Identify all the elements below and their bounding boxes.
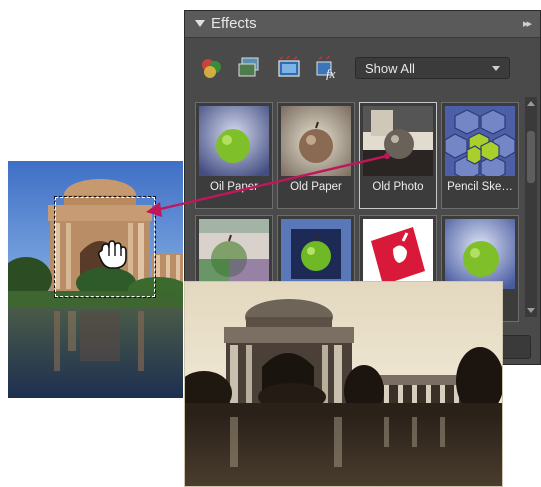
effect-preview-old-photo: [363, 106, 433, 176]
panel-header: Effects ▸▸: [185, 11, 540, 38]
effect-preview-red-stamp: [363, 219, 433, 289]
scroll-down-icon[interactable]: [527, 308, 535, 313]
effect-preview-soft: [445, 219, 515, 289]
effects-filter-select[interactable]: Show All: [355, 57, 510, 79]
effect-thumbnail-old-photo[interactable]: Old Photo: [359, 102, 437, 209]
hand-grab-icon: [97, 240, 127, 269]
effect-preview-tinted: [199, 219, 269, 289]
effect-thumbnail-old-paper[interactable]: Old Paper: [277, 102, 355, 209]
triangle-down-icon[interactable]: [195, 20, 205, 27]
effect-preview-oil-paper: [199, 106, 269, 176]
scroll-thumb[interactable]: [527, 131, 535, 183]
effect-thumbnail-pencil-sketch[interactable]: Pencil Ske…: [441, 102, 519, 209]
effect-preview-old-paper: [281, 106, 351, 176]
svg-text:fx: fx: [326, 66, 336, 80]
effect-preview-pencil-sketch: [445, 106, 515, 176]
layer-styles-icon[interactable]: [199, 56, 223, 80]
thumbnail-scrollbar[interactable]: [525, 97, 537, 317]
effect-label: Old Paper: [290, 181, 342, 193]
effects-filter-value: Show All: [365, 61, 415, 76]
effect-label: Old Photo: [372, 181, 424, 193]
photo-effects-icon[interactable]: [237, 56, 261, 80]
effect-label: Oil Paper: [210, 181, 258, 193]
scroll-up-icon[interactable]: [527, 101, 535, 106]
filters-icon[interactable]: [277, 56, 301, 80]
fx-all-icon[interactable]: fx: [315, 56, 339, 80]
chevron-down-icon: [492, 66, 500, 71]
effect-preview-frame: [281, 219, 351, 289]
result-photo-old-photo: [184, 281, 503, 487]
panel-title: Effects: [211, 15, 257, 32]
effect-label: Pencil Ske…: [447, 181, 513, 193]
effects-toolbar: fx Show All: [185, 38, 540, 94]
panel-menu-button[interactable]: ▸▸: [523, 11, 532, 37]
effect-thumbnail-oil-paper[interactable]: Oil Paper: [195, 102, 273, 209]
